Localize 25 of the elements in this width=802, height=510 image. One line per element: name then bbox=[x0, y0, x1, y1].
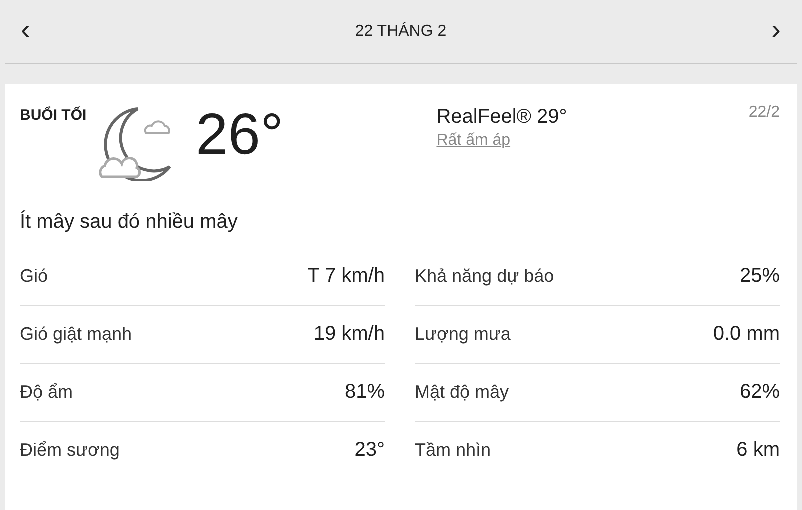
detail-label: Gió giật mạnh bbox=[20, 324, 132, 345]
detail-label: Khả năng dự báo bbox=[415, 266, 554, 287]
temperature: 26° bbox=[196, 106, 284, 164]
detail-label: Gió bbox=[20, 266, 48, 287]
detail-label: Lượng mưa bbox=[415, 324, 511, 345]
period-label: BUỔI TỐI bbox=[20, 106, 88, 126]
detail-value: 0.0 mm bbox=[713, 323, 780, 346]
detail-label: Điểm sương bbox=[20, 440, 120, 461]
next-button[interactable]: › bbox=[768, 16, 785, 44]
date-title: 22 THÁNG 2 bbox=[355, 22, 447, 40]
detail-label: Độ ẩm bbox=[20, 382, 74, 403]
previous-button[interactable]: ‹ bbox=[17, 16, 34, 44]
weather-description: Ít mây sau đó nhiều mây bbox=[20, 211, 239, 234]
detail-value: 19 km/h bbox=[314, 323, 385, 346]
detail-value: 25% bbox=[740, 265, 780, 288]
detail-value: 62% bbox=[740, 381, 780, 404]
date-label: 22/2 bbox=[748, 104, 780, 122]
detail-value: 6 km bbox=[736, 439, 780, 462]
detail-label: Tầm nhìn bbox=[415, 440, 492, 461]
detail-value: 81% bbox=[344, 381, 385, 404]
detail-value: 23° bbox=[354, 439, 385, 462]
feel-phrase-link[interactable]: Rất ấm áp bbox=[436, 132, 568, 150]
detail-value: T 7 km/h bbox=[308, 265, 385, 288]
detail-label: Mật độ mây bbox=[415, 382, 510, 403]
realfeel-temperature: RealFeel® 29° bbox=[436, 106, 568, 129]
